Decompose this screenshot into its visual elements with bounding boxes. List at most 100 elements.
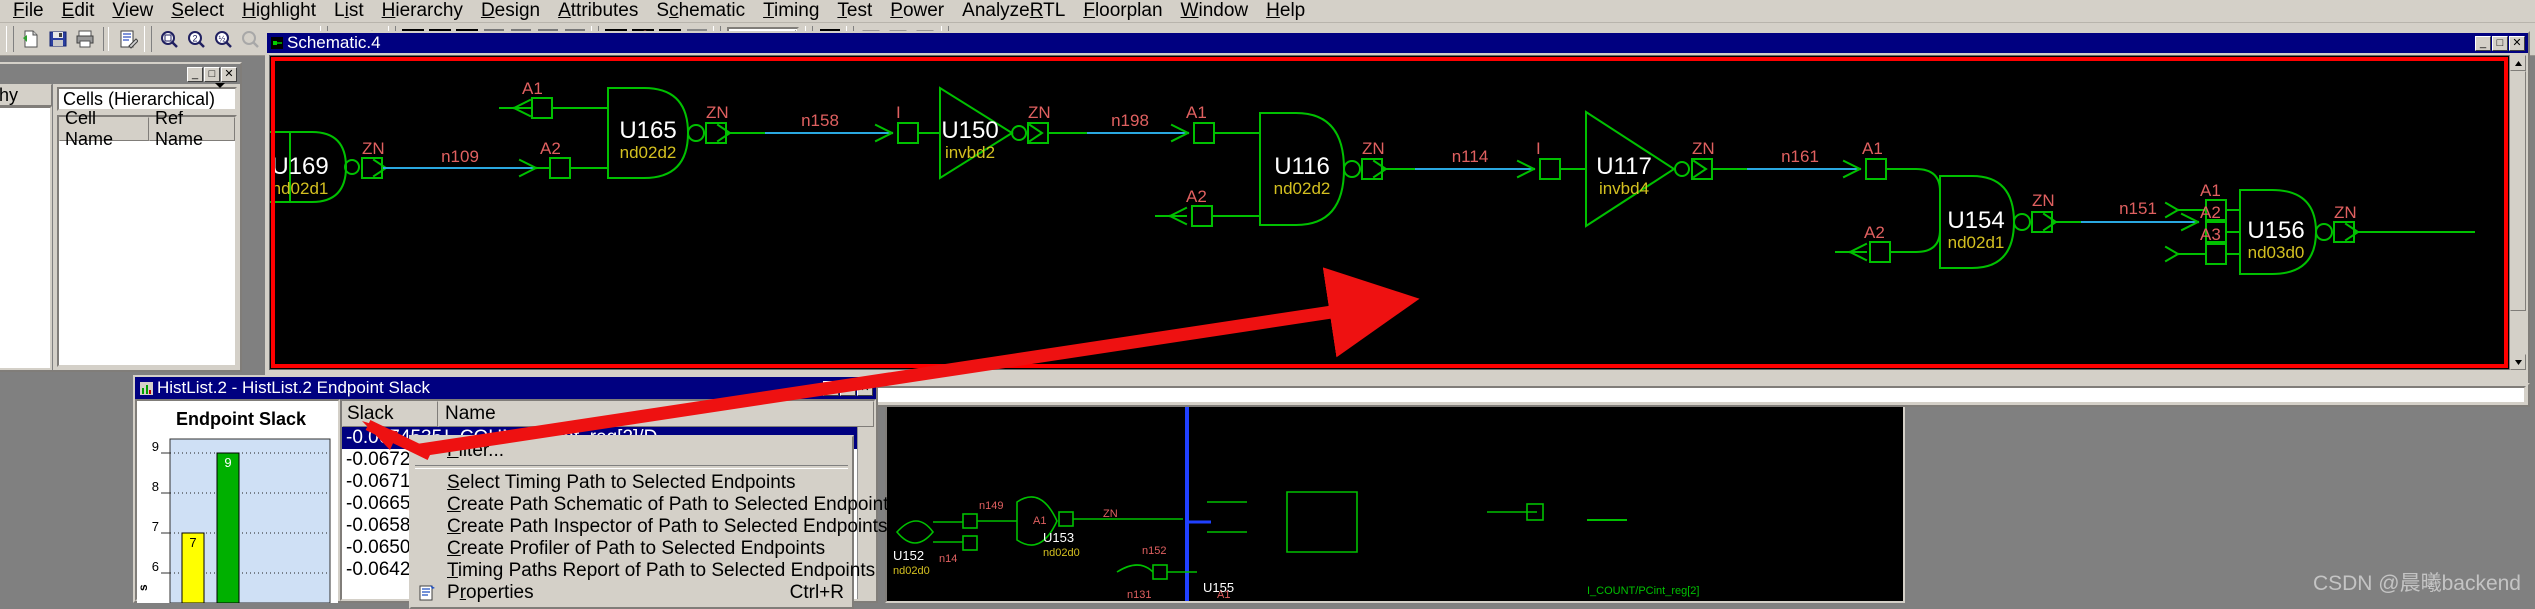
close-button[interactable]: ✕ (2509, 35, 2525, 51)
chevron-down-icon[interactable] (215, 83, 226, 110)
menu-item-analyzertl[interactable]: AnalyzeRTL (953, 0, 1074, 23)
hierarchy-window-titlebar[interactable]: ier.1 _ □ ✕ (0, 64, 240, 84)
menu-item-list[interactable]: List (325, 0, 373, 23)
column-header-slack[interactable]: Slack (342, 401, 438, 427)
menu-item-view[interactable]: View (103, 0, 162, 23)
column-header-name[interactable]: Name (438, 401, 874, 427)
toolbar-handle[interactable] (144, 26, 152, 52)
scroll-up-button[interactable] (2510, 55, 2526, 71)
svg-text:U155: U155 (1203, 580, 1234, 595)
hierarchy-body: ical Hierarchy H ⇒ TOP Cells (Hierarchic… (0, 83, 240, 370)
maximize-button[interactable]: □ (840, 380, 856, 396)
menu-item-test[interactable]: Test (828, 0, 881, 23)
histogram-window-icon (140, 381, 153, 395)
minimize-button[interactable]: _ (823, 380, 839, 396)
close-button[interactable]: ✕ (857, 380, 873, 396)
context-menu-item-properties[interactable]: Properties Ctrl+R (411, 582, 852, 604)
svg-text:n14: n14 (939, 553, 957, 565)
print-icon[interactable] (72, 27, 97, 52)
menu-item-file[interactable]: File (4, 0, 53, 23)
schematic-vertical-scrollbar[interactable] (2509, 55, 2526, 370)
menu-item-select[interactable]: Select (162, 0, 233, 23)
net-label-n114: n114 (1452, 147, 1489, 166)
menu-item-schematic[interactable]: Schematic (647, 0, 754, 23)
hierarchy-tree[interactable]: H ⇒ TOP (0, 106, 52, 370)
toolbar-handle[interactable] (6, 26, 14, 52)
zoom-out-icon[interactable]: ½ (210, 27, 235, 52)
cell-ref-U156: nd03d0 (2248, 243, 2305, 262)
menu-item-edit[interactable]: Edit (53, 0, 104, 23)
cell-ref-U116: nd02d2 (1274, 179, 1331, 198)
column-header-cell-name[interactable]: Cell Name (59, 108, 149, 149)
endpoint-context-menu[interactable]: Filter... Select Timing Path to Selected … (409, 435, 898, 609)
menu-item-floorplan[interactable]: Floorplan (1074, 0, 1171, 23)
column-header-ref-name[interactable]: Ref Name (149, 108, 235, 149)
schematic-netlist-drawing: U169 U165 U150 U116 U117 U154 U156 nd02d… (270, 56, 2509, 369)
zoom-fit-icon[interactable] (156, 27, 181, 52)
net-label-n151: n151 (2119, 199, 2157, 218)
pin-label-ZN: ZN (1028, 103, 1051, 122)
svg-text:ZN: ZN (1103, 508, 1118, 520)
hierarchy-browser-window[interactable]: ier.1 _ □ ✕ ical Hierarchy H ⇒ TOP (0, 62, 242, 372)
save-icon[interactable] (45, 27, 70, 52)
zoom-previous-icon[interactable] (237, 27, 262, 52)
maximize-button[interactable]: □ (2492, 35, 2508, 51)
context-menu-item-create-profiler-of-path-to-selected-endpoints[interactable]: Create Profiler of Path to Selected Endp… (411, 538, 852, 560)
menu-item-attributes[interactable]: Attributes (549, 0, 647, 23)
minimize-button[interactable]: _ (2475, 35, 2491, 51)
menu-item-design[interactable]: Design (472, 0, 549, 23)
minimize-button[interactable]: _ (187, 66, 203, 82)
context-menu-item-create-path-schematic-of-path-to-selected-endpoints[interactable]: Create Path Schematic of Path to Selecte… (411, 494, 898, 516)
menu-item-highlight[interactable]: Highlight (233, 0, 325, 23)
menu-item-power[interactable]: Power (881, 0, 953, 23)
background-schematic-canvas: n149 n14 A1 ZN n152 n131 A1 U152U153U155… (887, 402, 1903, 601)
histlist-titlebar[interactable]: HistList.2 - HistList.2 Endpoint Slack _… (135, 377, 876, 399)
close-button[interactable]: ✕ (221, 66, 237, 82)
zoom-in-icon[interactable]: 2 (183, 27, 208, 52)
toolbar-separator (103, 27, 109, 51)
context-menu-item-filter[interactable]: Filter... (411, 440, 852, 462)
context-menu-item-label: Timing Paths Report of Path to Selected … (447, 560, 876, 581)
pin-label-A1: A1 (2200, 181, 2221, 200)
pin-label-A3: A3 (2200, 225, 2221, 244)
menu-item-help[interactable]: Help (1257, 0, 1314, 23)
maximize-button[interactable]: □ (204, 66, 220, 82)
chart-ylabel: s (137, 584, 150, 591)
cells-grid[interactable]: Cell Name Ref Name (57, 108, 237, 367)
tree-node-top[interactable]: H ⇒ TOP (0, 112, 50, 135)
context-menu-item-label: Create Path Inspector of Path to Selecte… (447, 516, 888, 537)
edit-properties-icon[interactable] (115, 27, 140, 52)
cell-label-U117: U117 (1596, 153, 1652, 180)
context-menu-item-timing-paths-report-of-path-to-selected-endpoints[interactable]: Timing Paths Report of Path to Selected … (411, 560, 875, 582)
schematic-window-title: Schematic.4 (287, 33, 381, 52)
schematic-window-titlebar[interactable]: Schematic.4 _ □ ✕ (267, 33, 2528, 53)
svg-text:½: ½ (218, 35, 225, 44)
scroll-down-button[interactable] (2510, 354, 2526, 370)
new-document-icon[interactable] (18, 27, 43, 52)
context-menu-item-label: Select Timing Path to Selected Endpoints (447, 472, 796, 493)
scroll-thumb[interactable] (2510, 71, 2526, 311)
schematic-canvas[interactable]: U169 U165 U150 U116 U117 U154 U156 nd02d… (269, 55, 2510, 370)
hierarchy-cells-panel: Cells (Hierarchical) Cell Name Ref Name (53, 83, 240, 370)
background-schematic-pane[interactable]: n149 n14 A1 ZN n152 n131 A1 U152 U153 U155… (885, 400, 1905, 603)
schematic-window[interactable]: Schematic.4 _ □ ✕ U169 U165 U150 U116 U1… (265, 31, 2530, 394)
endpoint-slack-histogram[interactable]: Endpoint Slack s 9 8 7 6 7 9 (135, 399, 340, 604)
bar-bin2 (216, 452, 240, 604)
histlist-window-title: HistList.2 - HistList.2 Endpoint Slack (157, 378, 431, 397)
svg-text:n149: n149 (979, 500, 1003, 512)
menu-item-timing[interactable]: Timing (754, 0, 828, 23)
context-menu-item-create-path-inspector-of-path-to-selected-endpoints[interactable]: Create Path Inspector of Path to Selecte… (411, 516, 887, 538)
context-menu-item-select-timing-path-to-selected-endpoints[interactable]: Select Timing Path to Selected Endpoints (411, 472, 852, 494)
cell-ref-U165: nd02d2 (620, 143, 677, 162)
svg-text:I_COUNT/PCint_reg[2]: I_COUNT/PCint_reg[2] (1587, 585, 1699, 597)
cells-filter-combo[interactable]: Cells (Hierarchical) (57, 83, 237, 111)
menu-item-hierarchy[interactable]: Hierarchy (373, 0, 472, 23)
menu-bar: File Edit View Select Highlight List Hierarchy… (0, 0, 2535, 23)
pin-label-A2: A2 (1864, 223, 1885, 242)
context-menu-item-label: Properties (447, 582, 534, 603)
menu-item-window[interactable]: Window (1172, 0, 1258, 23)
pin-label-A1: A1 (522, 79, 543, 98)
hierarchy-tree-panel: ical Hierarchy H ⇒ TOP (0, 84, 53, 370)
bar-label-bin1: 7 (189, 535, 196, 550)
ytick-7: 7 (152, 519, 159, 534)
